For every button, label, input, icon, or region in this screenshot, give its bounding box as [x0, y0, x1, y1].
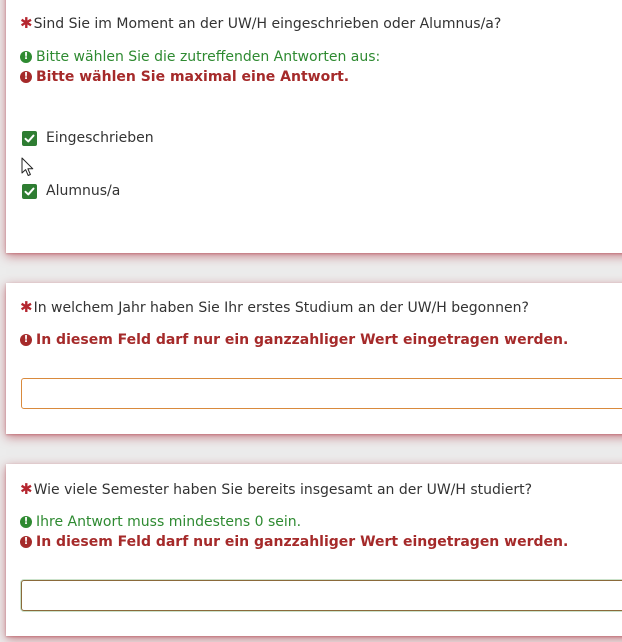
error-max-one-answer: ! Bitte wählen Sie maximal eine Antwort.	[20, 69, 349, 85]
question-title: ✱In welchem Jahr haben Sie Ihr erstes St…	[20, 298, 529, 316]
exclamation-circle-icon: !	[20, 516, 32, 528]
required-asterisk-icon: ✱	[20, 298, 33, 316]
exclamation-circle-icon: !	[20, 51, 32, 63]
survey-page: ✱Sind Sie im Moment an der UW/H eingesch…	[0, 0, 622, 642]
checkmark-icon	[24, 134, 35, 142]
hint-select-answers: ! Bitte wählen Sie die zutreffenden Antwo…	[20, 49, 380, 65]
error-integer-only: ! In diesem Feld darf nur ein ganzzahlige…	[20, 534, 568, 550]
mouse-pointer-icon	[21, 157, 34, 176]
checkbox-checked[interactable]	[22, 130, 37, 146]
question-title: ✱Sind Sie im Moment an der UW/H eingesch…	[20, 14, 501, 32]
question-text: Sind Sie im Moment an der UW/H eingeschr…	[33, 16, 502, 32]
question-title: ✱Wie viele Semester haben Sie bereits in…	[20, 480, 532, 498]
required-asterisk-icon: ✱	[20, 14, 33, 32]
checkmark-icon	[24, 187, 35, 195]
question-text: In welchem Jahr haben Sie Ihr erstes Stu…	[33, 300, 529, 316]
option-label[interactable]: Eingeschrieben	[46, 130, 154, 146]
checkbox-checked[interactable]	[22, 183, 37, 199]
question-card-start-year: ✱In welchem Jahr haben Sie Ihr erstes St…	[6, 283, 622, 434]
question-card-enrollment: ✱Sind Sie im Moment an der UW/H eingesch…	[6, 0, 622, 253]
required-asterisk-icon: ✱	[20, 480, 33, 498]
hint-minimum-zero: ! Ihre Antwort muss mindestens 0 sein.	[20, 514, 301, 530]
option-eingeschrieben[interactable]: Eingeschrieben	[22, 130, 154, 146]
exclamation-circle-icon: !	[20, 536, 32, 548]
option-alumnus[interactable]: Alumnus/a	[22, 183, 120, 199]
start-year-input[interactable]	[21, 378, 622, 409]
error-integer-only: ! In diesem Feld darf nur ein ganzzahlige…	[20, 332, 568, 348]
option-label[interactable]: Alumnus/a	[46, 183, 120, 199]
question-card-semesters: ✱Wie viele Semester haben Sie bereits in…	[6, 464, 622, 636]
semesters-input[interactable]	[21, 580, 622, 611]
question-text: Wie viele Semester haben Sie bereits ins…	[33, 482, 533, 498]
exclamation-circle-icon: !	[20, 71, 32, 83]
exclamation-circle-icon: !	[20, 334, 32, 346]
